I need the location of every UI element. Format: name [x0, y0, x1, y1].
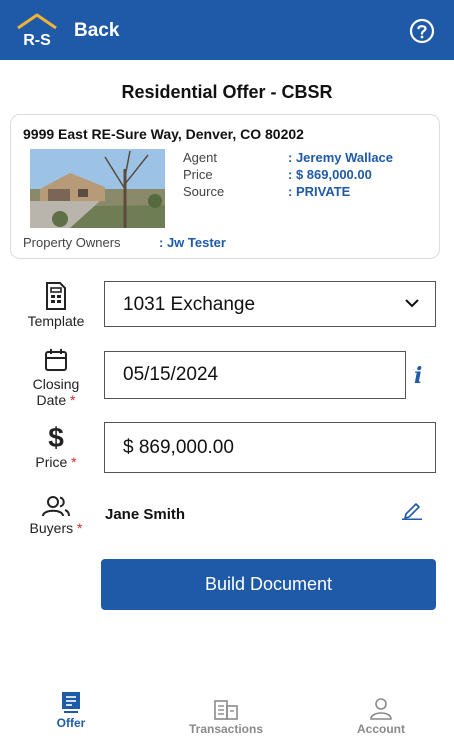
- chevron-down-icon: [405, 299, 419, 308]
- dollar-icon: $: [48, 422, 64, 453]
- price-value: : $ 869,000.00: [288, 167, 372, 182]
- template-label: Template: [27, 313, 85, 329]
- closing-label-line1: Closing: [32, 376, 80, 392]
- property-photo: [30, 149, 165, 228]
- pencil-icon[interactable]: [400, 500, 424, 520]
- template-select[interactable]: 1031 Exchange: [104, 281, 436, 327]
- source-label: Source: [183, 184, 225, 199]
- price-input[interactable]: $ 869,000.00: [104, 422, 436, 473]
- owners-label: Property Owners: [23, 235, 121, 250]
- person-icon: [370, 698, 392, 720]
- nav-transactions[interactable]: Transactions: [171, 698, 281, 736]
- calendar-icon: [45, 349, 67, 371]
- owners-value: : Jw Tester: [159, 235, 226, 250]
- closing-date-input[interactable]: 05/15/2024: [104, 351, 406, 399]
- template-value: 1031 Exchange: [123, 294, 256, 315]
- nav-offer[interactable]: Offer: [16, 690, 126, 730]
- svg-text:R-S: R-S: [23, 32, 51, 49]
- closing-date-row-label: Closing Date *: [14, 348, 98, 408]
- build-document-button[interactable]: Build Document: [101, 559, 436, 610]
- document-icon: [62, 692, 80, 713]
- closing-label-line2: Date: [36, 392, 67, 408]
- buildings-icon: [214, 700, 238, 720]
- back-button[interactable]: Back: [74, 20, 119, 42]
- template-row-label: Template: [14, 282, 98, 329]
- page-title: Residential Offer - CBSR: [121, 82, 333, 102]
- template-icon: [46, 282, 66, 310]
- info-icon[interactable]: i: [414, 363, 422, 389]
- app-header: R-S Back: [0, 0, 454, 60]
- buyer-name: Jane Smith: [105, 506, 186, 523]
- price-input-value: $ 869,000.00: [123, 437, 234, 458]
- help-icon[interactable]: [409, 18, 435, 44]
- bottom-nav: Offer Transactions Account: [0, 690, 454, 743]
- buyers-row-label: Buyers *: [14, 495, 98, 536]
- required-asterisk: *: [70, 392, 76, 408]
- nav-account[interactable]: Account: [326, 698, 436, 736]
- rs-logo: R-S: [17, 13, 57, 49]
- agent-label: Agent: [183, 150, 217, 165]
- agent-value: : Jeremy Wallace: [288, 150, 394, 165]
- closing-date-value: 05/15/2024: [123, 364, 219, 385]
- price-field-label: Price: [35, 454, 68, 470]
- buyers-label: Buyers: [29, 520, 74, 536]
- required-asterisk: *: [77, 520, 83, 536]
- property-card: 9999 East RE-Sure Way, Denver, CO 80202 …: [10, 114, 440, 259]
- nav-transactions-label: Transactions: [188, 722, 264, 736]
- users-icon: [42, 496, 70, 517]
- price-label: Price: [183, 167, 213, 182]
- property-address: 9999 East RE-Sure Way, Denver, CO 80202: [23, 126, 304, 142]
- nav-offer-label: Offer: [56, 716, 86, 730]
- nav-account-label: Account: [357, 722, 405, 736]
- price-row-label: $ Price *: [14, 422, 98, 471]
- required-asterisk: *: [71, 454, 77, 470]
- source-value: : PRIVATE: [288, 184, 351, 199]
